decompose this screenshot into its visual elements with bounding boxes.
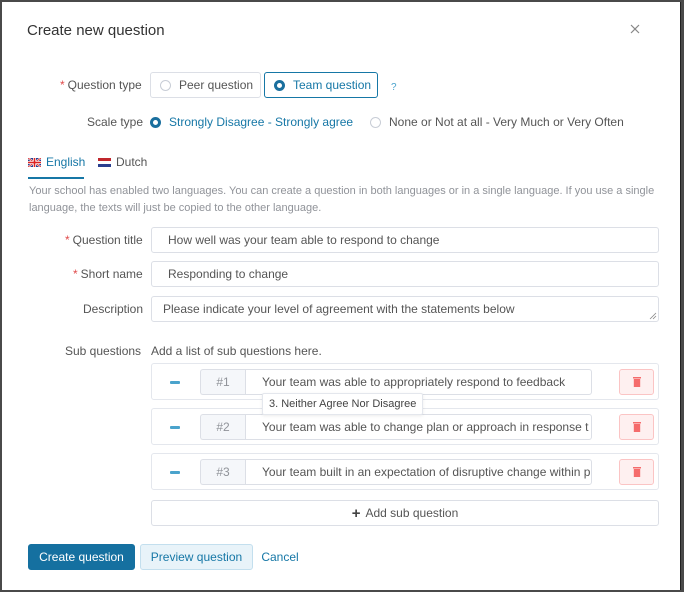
delete-sub-question-button[interactable] [619,459,654,485]
short-name-input[interactable]: Responding to change [151,261,659,287]
description-label: Description [83,302,144,316]
scale-option-frequency[interactable]: None or Not at all - Very Much or Very O… [370,115,624,129]
language-info-text: Your school has enabled two languages. Y… [29,185,655,214]
sub-question-row: #3 Your team built in an expectation of … [151,453,659,490]
add-sub-question-button[interactable]: + Add sub question [151,500,659,526]
scale-option-agree[interactable]: Strongly Disagree - Strongly agree [150,115,353,129]
question-title-input[interactable]: How well was your team able to respond t… [151,227,659,253]
resize-handle-icon[interactable] [649,312,657,320]
dialog-title: Create new question [27,22,165,39]
tab-english-label: English [46,155,86,169]
delete-sub-question-button[interactable] [619,369,654,395]
sub-questions-hint: Add a list of sub questions here. [151,344,322,358]
tooltip-text: 3. Neither Agree Nor Disagree [269,398,417,410]
close-button[interactable] [628,22,642,38]
scale-option-agree-label: Strongly Disagree - Strongly agree [169,115,354,129]
sub-question-number: #1 [200,369,245,395]
delete-sub-question-button[interactable] [619,414,654,440]
short-name-label: * Short name [73,267,143,281]
nl-flag-icon [98,157,111,167]
team-question-radio[interactable]: Team question [264,72,378,98]
trash-icon [632,377,641,387]
tab-dutch-label: Dutch [116,155,148,169]
drag-handle-icon[interactable] [170,381,180,384]
question-type-label-text: Question type [67,78,142,92]
plus-icon: + [351,504,361,522]
active-tab-indicator [28,177,84,179]
sub-questions-label: Sub questions [65,344,142,358]
trash-icon [632,422,641,432]
help-icon[interactable]: ? [391,82,397,93]
drag-handle-icon[interactable] [170,426,180,429]
add-sub-question-label: Add sub question [365,506,459,520]
scale-type-label: Scale type [87,115,144,129]
cancel-button[interactable]: Cancel [260,544,300,570]
tab-dutch[interactable]: Dutch [98,155,147,169]
radio-unchecked-icon [370,116,381,128]
tab-english[interactable]: English [28,155,85,169]
question-title-label: * Question title [65,233,143,247]
peer-question-radio[interactable]: Peer question [150,72,261,98]
sub-question-input[interactable]: Your team was able to change plan or app… [245,414,592,440]
team-question-label: Team question [293,78,372,92]
description-value: Please indicate your level of agreement … [163,302,515,316]
short-name-label-text: Short name [80,267,143,281]
required-marker: * [73,267,78,281]
required-marker: * [65,233,70,247]
trash-icon [632,467,641,477]
preview-question-button[interactable]: Preview question [140,544,253,570]
radio-checked-icon [274,79,285,91]
radio-unchecked-icon [160,79,171,91]
scale-tooltip: 3. Neither Agree Nor Disagree [262,393,424,415]
question-title-label-text: Question title [72,233,143,247]
description-textarea[interactable]: Please indicate your level of agreement … [151,296,659,322]
drag-handle-icon[interactable] [170,471,180,474]
sub-question-input[interactable]: Your team built in an expectation of dis… [245,459,592,485]
create-question-button[interactable]: Create question [28,544,135,570]
close-icon [630,24,640,34]
radio-checked-icon [150,116,161,128]
sub-question-number: #2 [200,414,245,440]
scale-option-frequency-label: None or Not at all - Very Much or Very O… [389,115,624,129]
sub-question-input[interactable]: Your team was able to appropriately resp… [245,369,592,395]
peer-question-label: Peer question [179,78,254,92]
question-type-label: * Question type [60,78,142,92]
sub-question-number: #3 [200,459,245,485]
uk-flag-icon [28,157,41,167]
required-marker: * [60,78,65,92]
create-question-dialog: Create new question * Question type Peer … [2,2,681,590]
